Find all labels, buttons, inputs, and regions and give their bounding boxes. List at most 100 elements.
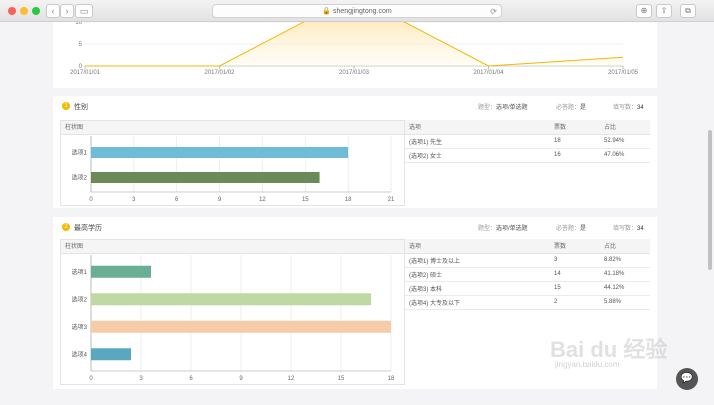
table-row: (选项3) 本科 15 44.12% (405, 281, 650, 296)
lock-icon: 🔒 (322, 8, 331, 15)
option-label: (选项1) 先生 (405, 134, 550, 149)
maximize-window-button[interactable] (32, 7, 40, 15)
chat-bubble-icon[interactable]: 💬 (676, 368, 698, 390)
question-number-badge: 1 (62, 102, 70, 110)
table-row: (选项2) 女士 16 47.06% (405, 148, 650, 163)
question-title: 性别 (74, 104, 88, 111)
chart-panel-title: 柱状图 (61, 240, 404, 254)
category-label: 选项3 (72, 323, 88, 331)
option-percent: 8.82% (600, 253, 650, 268)
education-bar-chart: 0 3 6 9 12 15 18 选项1 选项2 选项3 选项4 (72, 255, 395, 382)
option-votes: 16 (550, 148, 600, 163)
category-label: 选项2 (72, 174, 88, 182)
new-tab-button[interactable]: ⧉ (680, 4, 696, 18)
sidebar-toggle-button[interactable]: ▭ (75, 4, 93, 18)
column-percent: 占比 (600, 239, 650, 254)
x-tick-label: 0 (89, 376, 93, 382)
column-votes: 票数 (550, 239, 600, 254)
table-header-row: 选项 票数 占比 (405, 239, 650, 254)
x-tick-label: 12 (288, 376, 295, 382)
table-row: (选项4) 大专及以下 2 5.88% (405, 295, 650, 310)
bar (91, 320, 391, 333)
question-title: 最高学历 (74, 225, 102, 232)
chart-panel-title: 柱状图 (61, 121, 404, 135)
category-label: 选项1 (72, 149, 88, 157)
option-label: (选项1) 博士及以上 (405, 253, 550, 268)
bar (91, 293, 371, 306)
bar (91, 172, 320, 183)
x-tick-label: 2017/01/01 (70, 70, 101, 76)
url-text: shengjingtong.com (332, 8, 392, 15)
trend-chart-card: 10 5 0 2017/01/01 2017/01/02 2017/01/03 2017/0… (53, 0, 657, 88)
x-tick-label: 6 (189, 376, 193, 382)
forward-button[interactable]: › (60, 4, 74, 18)
reload-icon[interactable]: ⟳ (490, 5, 497, 18)
column-votes: 票数 (550, 120, 600, 135)
option-votes: 18 (550, 134, 600, 149)
x-tick-label: 3 (132, 197, 136, 203)
option-votes: 14 (550, 267, 600, 282)
table-row: (选项1) 博士及以上 3 8.82% (405, 253, 650, 268)
x-tick-label: 12 (259, 197, 266, 203)
question-type: 题型：选项/单选题 (478, 226, 528, 232)
option-percent: 47.06% (600, 148, 650, 163)
share-button[interactable]: ⇧ (656, 4, 672, 18)
required-flag: 必答题：是 (556, 105, 587, 111)
bar-chart-panel: 柱状图 0 3 6 9 12 15 18 选项1 选项2 选项3 选项4 (60, 239, 405, 385)
close-window-button[interactable] (8, 7, 16, 15)
x-tick-label: 2017/01/04 (473, 70, 504, 76)
x-tick-label: 21 (388, 197, 395, 203)
bar-chart-panel: 柱状图 0 3 6 9 12 15 18 21 选项1 选项2 (60, 120, 405, 206)
trend-line-chart: 10502017/01/01 2017/01/02 2017/01/03 2017/0… (70, 0, 639, 76)
options-table: 选项 票数 占比 (选项1) 博士及以上 3 8.82% (选项2) 硕士 14… (405, 239, 650, 310)
x-tick-label: 6 (175, 197, 179, 203)
y-tick-label: 5 (79, 42, 83, 48)
back-button[interactable]: ‹ (46, 4, 60, 18)
y-tick-label: 10 (75, 22, 82, 26)
x-tick-label: 18 (345, 197, 352, 203)
x-tick-label: 9 (239, 376, 243, 382)
scrollbar-thumb[interactable] (708, 130, 712, 270)
category-label: 选项4 (72, 350, 88, 358)
browser-titlebar: ‹ › ▭ 🔒 shengjingtong.com ⟳ ⊕ ⇧ ⧉ (0, 0, 714, 22)
category-label: 选项2 (72, 295, 88, 303)
x-tick-label: 18 (388, 376, 395, 382)
response-count: 填写数：34 (613, 105, 644, 111)
column-option: 选项 (405, 120, 550, 135)
bar (91, 348, 131, 361)
option-votes: 3 (550, 253, 600, 268)
option-percent: 44.12% (600, 281, 650, 296)
option-votes: 2 (550, 295, 600, 310)
question-type: 题型：选项/单选题 (478, 105, 528, 111)
x-tick-label: 15 (338, 376, 345, 382)
question-header: 2 最高学历 题型：选项/单选题 必答题：是 填写数：34 (53, 217, 657, 239)
watermark-url: jingyan.baidu.com (555, 360, 620, 369)
category-label: 选项1 (72, 268, 88, 276)
bar (91, 265, 151, 278)
question-header: 1 性别 题型：选项/单选题 必答题：是 填写数：34 (53, 96, 657, 118)
address-bar[interactable]: 🔒 shengjingtong.com ⟳ (212, 4, 502, 18)
x-tick-label: 3 (139, 376, 143, 382)
options-table: 选项 票数 占比 (选项1) 先生 18 52.94% (选项2) 女士 16 … (405, 120, 650, 163)
download-button[interactable]: ⊕ (636, 4, 652, 18)
x-tick-label: 9 (218, 197, 222, 203)
table-row: (选项1) 先生 18 52.94% (405, 134, 650, 149)
option-votes: 15 (550, 281, 600, 296)
required-flag: 必答题：是 (556, 226, 587, 232)
option-percent: 52.94% (600, 134, 650, 149)
minimize-window-button[interactable] (20, 7, 28, 15)
option-label: (选项2) 女士 (405, 148, 550, 163)
table-header-row: 选项 票数 占比 (405, 120, 650, 135)
bar (91, 147, 349, 158)
table-row: (选项2) 硕士 14 41.18% (405, 267, 650, 282)
option-percent: 5.88% (600, 295, 650, 310)
option-percent: 41.18% (600, 267, 650, 282)
x-tick-label: 2017/01/05 (608, 70, 639, 76)
column-option: 选项 (405, 239, 550, 254)
option-label: (选项2) 硕士 (405, 267, 550, 282)
x-tick-label: 15 (302, 197, 309, 203)
question-number-badge: 2 (62, 223, 70, 231)
x-tick-label: 2017/01/02 (204, 70, 235, 76)
response-count: 填写数：34 (613, 226, 644, 232)
option-label: (选项3) 本科 (405, 281, 550, 296)
